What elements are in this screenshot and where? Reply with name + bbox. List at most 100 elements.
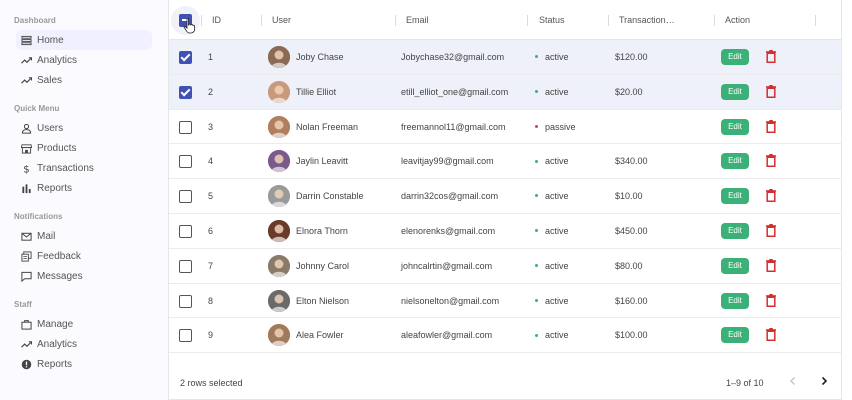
column-separator[interactable] [261, 15, 262, 26]
edit-button[interactable]: Edit [721, 257, 749, 274]
avatar [268, 254, 290, 277]
sidebar-item-label: Users [37, 122, 64, 134]
status-label: active [545, 295, 569, 306]
user-email: leavitjay99@gmail.com [401, 156, 494, 167]
status-dot-icon [535, 194, 538, 198]
delete-icon[interactable] [766, 224, 776, 237]
column-separator[interactable] [608, 15, 609, 26]
delete-icon[interactable] [766, 293, 776, 307]
edit-button[interactable]: Edit [721, 327, 749, 344]
sidebar-item-label: Analytics [37, 54, 78, 66]
edit-button[interactable]: Edit [721, 153, 749, 170]
table-row[interactable]: 3 Nolan Freeman freemannol11@gmail.com p… [169, 110, 841, 145]
header-action[interactable]: Action [725, 0, 750, 40]
status-dot-icon [535, 124, 538, 128]
status-dot-icon [535, 159, 538, 163]
header-status[interactable]: Status [539, 0, 565, 40]
table-row[interactable]: 5 Darrin Constable darrin32cos@gmail.com… [169, 179, 841, 214]
storefront-icon [20, 142, 33, 155]
trending-icon [20, 338, 33, 351]
status-dot-icon [535, 55, 538, 59]
row-checkbox[interactable] [179, 190, 192, 204]
table-row[interactable]: 8 Elton Nielson nielsonelton@gmail.com a… [169, 284, 841, 319]
sidebar-item-analytics[interactable]: Analytics [16, 334, 152, 354]
sidebar-item-feedback[interactable]: Feedback [16, 246, 152, 266]
user-name: Nolan Freeman [296, 121, 359, 132]
table-row[interactable]: 7 Johnny Carol johncalrtin@gmail.com act… [169, 249, 841, 284]
header-user[interactable]: User [272, 0, 291, 40]
sidebar-item-analytics[interactable]: Analytics [16, 50, 152, 70]
sidebar-item-label: Home [37, 34, 64, 46]
edit-button[interactable]: Edit [721, 83, 749, 100]
row-checkbox[interactable] [179, 85, 192, 99]
sidebar-item-reports[interactable]: Reports [16, 354, 152, 374]
table-row[interactable]: 1 Joby Chase Jobychase32@gmail.com activ… [169, 40, 841, 75]
sidebar-section-gap [0, 198, 168, 206]
edit-button[interactable]: Edit [721, 292, 749, 309]
header-email[interactable]: Email [406, 0, 429, 40]
user-status: active [535, 318, 569, 352]
user-status: active [535, 40, 569, 74]
mail-icon [20, 230, 33, 243]
row-checkbox[interactable] [179, 259, 192, 273]
column-separator[interactable] [815, 15, 816, 26]
users-data-grid: ID User Email Status Transaction… Action… [168, 0, 842, 400]
delete-icon[interactable] [766, 154, 776, 168]
status-label: active [545, 226, 569, 236]
row-checkbox[interactable] [179, 51, 192, 64]
row-checkbox[interactable] [179, 329, 192, 343]
transaction-amount: $160.00 [615, 295, 648, 306]
delete-icon[interactable] [766, 189, 776, 203]
row-checkbox[interactable] [179, 120, 192, 134]
header-id[interactable]: ID [212, 0, 221, 40]
row-checkbox[interactable] [179, 294, 192, 308]
user-email: darrin32cos@gmail.com [401, 191, 499, 202]
page-scrollbar[interactable] [842, 0, 852, 400]
sidebar-item-label: Transactions [37, 162, 94, 174]
select-all-checkbox[interactable] [179, 14, 192, 27]
table-row[interactable]: 4 Jaylin Leavitt leavitjay99@gmail.com a… [169, 144, 841, 180]
avatar [268, 80, 290, 103]
column-separator[interactable] [527, 15, 528, 26]
edit-button[interactable]: Edit [721, 118, 749, 135]
edit-button[interactable]: Edit [721, 223, 749, 239]
sidebar-item-transactions[interactable]: $ Transactions [16, 158, 152, 178]
trending-icon [20, 54, 33, 67]
table-row[interactable]: 9 Alea Fowler aleafowler@gmail.com activ… [169, 318, 841, 354]
sidebar-item-messages[interactable]: Messages [16, 266, 152, 286]
delete-icon[interactable] [766, 328, 776, 342]
pagination-range: 1–9 of 10 [726, 378, 764, 388]
sidebar-item-home[interactable]: Home [16, 30, 152, 50]
edit-button[interactable]: Edit [721, 49, 749, 65]
next-page-icon[interactable] [818, 375, 830, 387]
sidebar-item-manage[interactable]: Manage [16, 314, 152, 334]
column-separator[interactable] [395, 15, 396, 26]
column-separator[interactable] [714, 15, 715, 26]
avatar [268, 185, 290, 208]
sidebar-item-sales[interactable]: Sales [16, 70, 152, 90]
delete-icon[interactable] [766, 258, 776, 272]
sidebar-item-reports[interactable]: Reports [16, 178, 152, 198]
sidebar-item-users[interactable]: Users [16, 118, 152, 138]
header-transaction[interactable]: Transaction… [619, 0, 675, 40]
user-name: Elnora Thorn [296, 226, 348, 236]
selected-rows-count: 2 rows selected [180, 378, 243, 388]
delete-icon[interactable] [766, 119, 776, 133]
previous-page-icon[interactable] [787, 375, 799, 387]
sidebar-item-products[interactable]: Products [16, 138, 152, 158]
home-icon [20, 34, 33, 47]
status-dot-icon [535, 263, 538, 267]
status-dot-icon [535, 89, 538, 93]
delete-icon[interactable] [766, 84, 776, 98]
table-row[interactable]: 2 Tillie Elliot etill_elliot_one@gmail.c… [169, 74, 841, 110]
row-checkbox[interactable] [179, 155, 192, 169]
edit-button[interactable]: Edit [721, 188, 749, 205]
column-separator[interactable] [201, 15, 202, 26]
status-label: active [545, 86, 569, 97]
table-row[interactable]: 6 Elnora Thorn elenorenks@gmail.com acti… [169, 214, 841, 249]
sidebar-section-gap [0, 90, 168, 98]
sidebar-item-mail[interactable]: Mail [16, 226, 152, 246]
status-label: passive [545, 121, 576, 132]
delete-icon[interactable] [766, 50, 776, 63]
row-checkbox[interactable] [179, 225, 192, 238]
